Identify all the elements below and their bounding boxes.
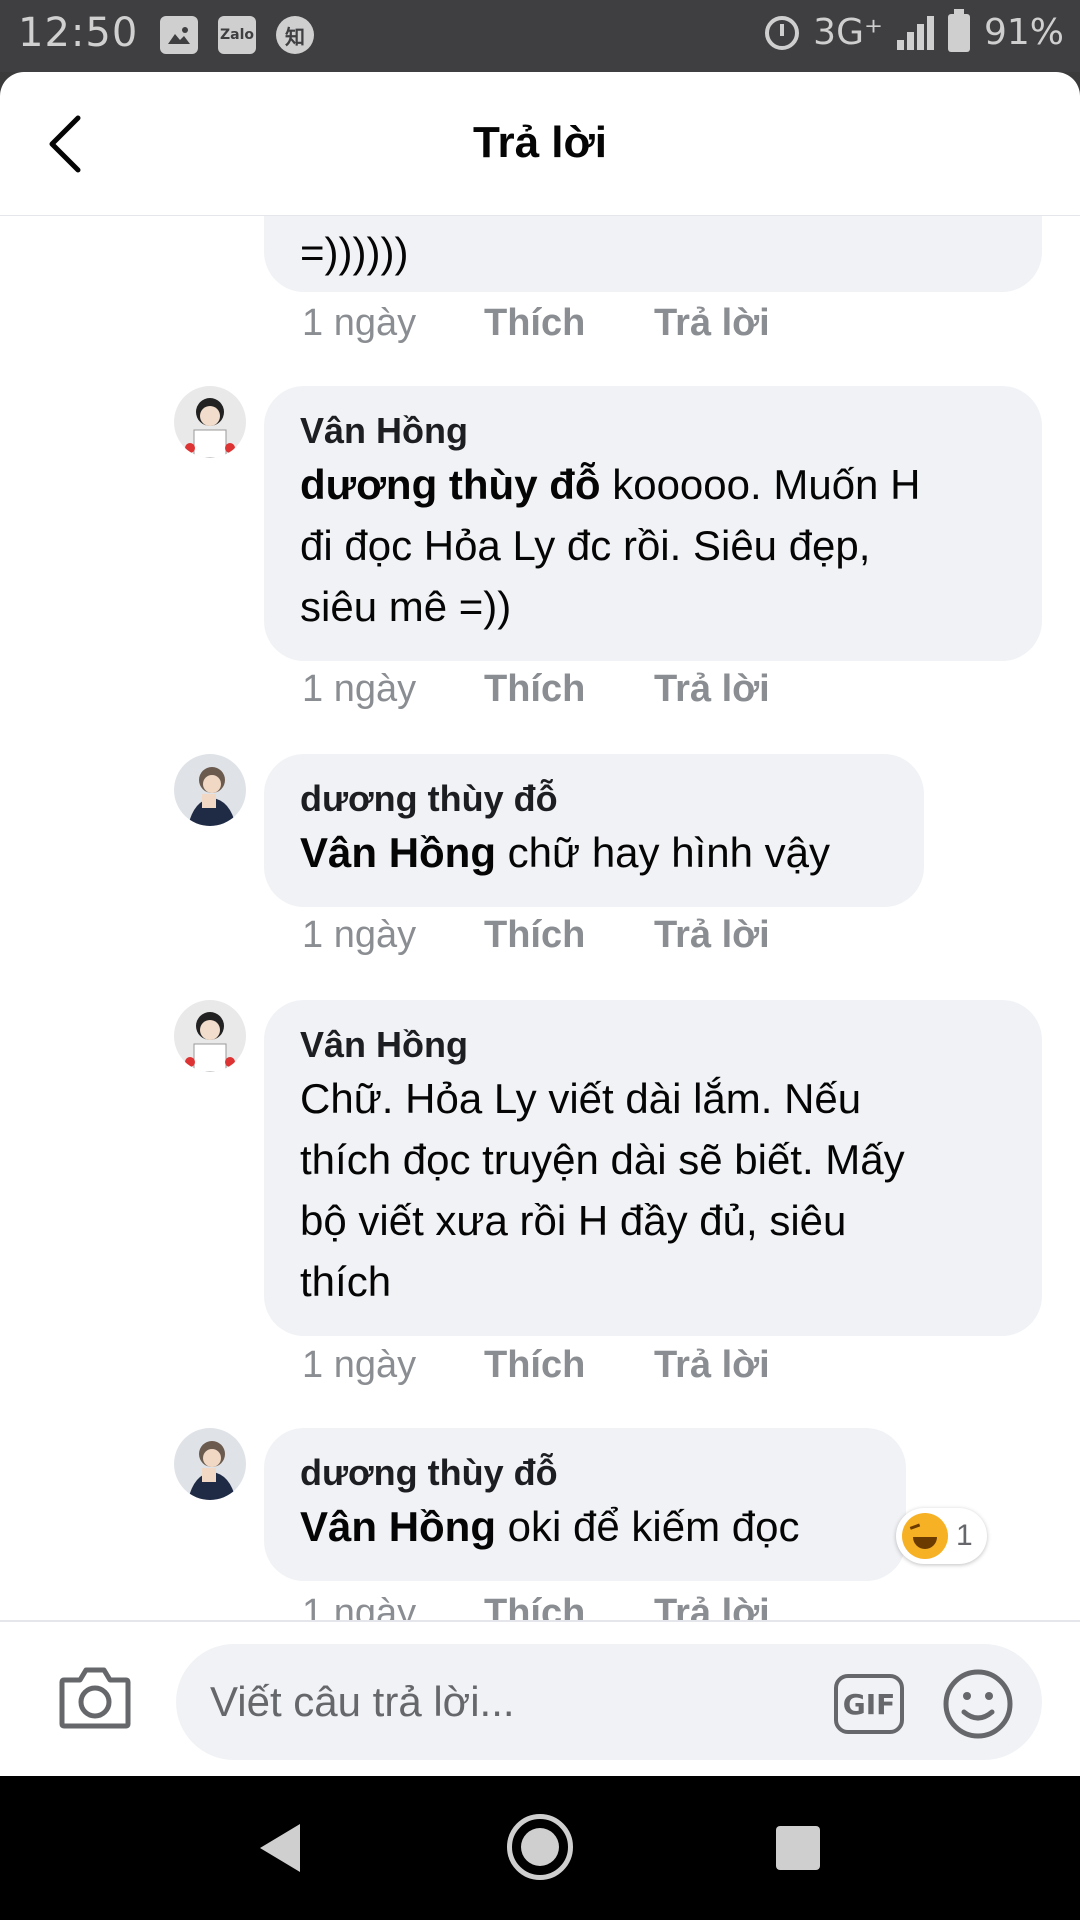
mention[interactable]: Vân Hồng: [300, 1503, 496, 1550]
reaction-count: 1: [956, 1519, 973, 1552]
comment-actions: 1 ngày Thích Trả lời: [302, 1592, 770, 1620]
text-line: kooooo. Muốn H: [600, 461, 921, 508]
comment-bubble: dương thùy đỗ Vân Hồng chữ hay hình vậy: [264, 754, 924, 907]
comment-actions: 1 ngày Thích Trả lời: [302, 914, 770, 957]
comment-text: dương thùy đỗ kooooo. Muốn H đi đọc Hỏa …: [300, 454, 1006, 637]
comment-author[interactable]: dương thùy đỗ: [300, 1450, 870, 1496]
reply-button[interactable]: Trả lời: [654, 668, 770, 711]
nav-back-icon[interactable]: [256, 1822, 304, 1874]
comment-time: 1 ngày: [302, 1344, 417, 1386]
text-line: oki để kiếm đọc: [496, 1503, 800, 1550]
comment-text: =)))))): [300, 229, 409, 276]
reply-button[interactable]: Trả lời: [654, 1344, 770, 1387]
like-button[interactable]: Thích: [484, 668, 654, 711]
status-bar: 12:50 Zalo 知 3G⁺ 91%: [0, 0, 1080, 72]
comment-bubble: dương thùy đỗ Vân Hồng oki để kiếm đọc: [264, 1428, 906, 1581]
comment-actions: 1 ngày Thích Trả lời: [302, 668, 770, 711]
system-icons: 3G⁺ 91%: [765, 8, 1064, 53]
reply-button[interactable]: Trả lời: [654, 1592, 770, 1620]
image-icon: [160, 16, 198, 54]
reply-composer: Viết câu trả lời... GIF: [0, 1620, 1080, 1776]
comment-text: Chữ. Hỏa Ly viết dài lắm. Nếu thích đọc …: [300, 1068, 1006, 1312]
mention[interactable]: dương thùy đỗ: [300, 461, 601, 508]
nav-home-icon[interactable]: [507, 1814, 573, 1880]
comment-bubble: Vân Hồng dương thùy đỗ kooooo. Muốn H đi…: [264, 386, 1042, 661]
comment-thread[interactable]: =)))))) 1 ngày Thích Trả lời Vân Hồng dư…: [0, 216, 1080, 1620]
mention[interactable]: Vân Hồng: [300, 829, 496, 876]
reply-placeholder: Viết câu trả lời...: [210, 1678, 515, 1725]
comment-author[interactable]: dương thùy đỗ: [300, 776, 888, 822]
signal-icon: [896, 15, 934, 50]
like-button[interactable]: Thích: [484, 302, 654, 345]
zalo-icon: Zalo: [218, 16, 256, 54]
text-line: đi đọc Hỏa Ly đc rồi. Siêu đẹp,: [300, 522, 871, 569]
zhihu-icon: 知: [276, 16, 314, 54]
comment-text: Vân Hồng oki để kiếm đọc: [300, 1496, 870, 1557]
camera-button[interactable]: [58, 1664, 132, 1730]
page-title: Trả lời: [473, 118, 607, 167]
comment-time: 1 ngày: [302, 668, 417, 710]
battery-icon: [947, 8, 970, 52]
comment-bubble: =)))))): [264, 216, 1042, 292]
reply-button[interactable]: Trả lời: [654, 914, 770, 957]
system-nav-bar: [0, 1776, 1080, 1920]
text-line: siêu mê =)): [300, 583, 512, 630]
network-type: 3G⁺: [813, 12, 883, 53]
avatar[interactable]: [174, 754, 246, 826]
like-button[interactable]: Thích: [484, 914, 654, 957]
reaction-badge[interactable]: 1: [896, 1508, 987, 1564]
text-line: thích: [300, 1258, 392, 1305]
comment-actions: 1 ngày Thích Trả lời: [302, 302, 770, 345]
gif-button[interactable]: GIF: [834, 1674, 904, 1734]
comment-bubble: Vân Hồng Chữ. Hỏa Ly viết dài lắm. Nếu t…: [264, 1000, 1042, 1336]
comment-time: 1 ngày: [302, 914, 417, 956]
like-button[interactable]: Thích: [484, 1344, 654, 1387]
reply-input[interactable]: Viết câu trả lời... GIF: [176, 1644, 1042, 1760]
reply-button[interactable]: Trả lời: [654, 302, 770, 345]
notification-icons: Zalo 知: [160, 16, 314, 54]
nav-recents-icon[interactable]: [776, 1826, 820, 1870]
text-line: Chữ. Hỏa Ly viết dài lắm. Nếu: [300, 1075, 862, 1122]
avatar[interactable]: [174, 1428, 246, 1500]
smiley-icon: [943, 1669, 1013, 1739]
avatar[interactable]: [174, 1000, 246, 1072]
alarm-icon: [765, 15, 800, 50]
like-button[interactable]: Thích: [484, 1592, 654, 1620]
comment-author[interactable]: Vân Hồng: [300, 408, 1006, 454]
avatar[interactable]: [174, 386, 246, 458]
comment-time: 1 ngày: [302, 302, 417, 344]
laughing-emoji-icon: [902, 1513, 948, 1559]
text-line: bộ viết xưa rồi H đầy đủ, siêu: [300, 1197, 847, 1244]
text-line: chữ hay hình vậy: [496, 829, 830, 876]
comment-actions: 1 ngày Thích Trả lời: [302, 1344, 770, 1387]
header: Trả lời: [0, 72, 1080, 216]
comment-time: 1 ngày: [302, 1592, 417, 1620]
battery-level: 91%: [983, 12, 1064, 53]
emoji-button[interactable]: [942, 1668, 1014, 1740]
text-line: thích đọc truyện dài sẽ biết. Mấy: [300, 1136, 905, 1183]
comment-text: Vân Hồng chữ hay hình vậy: [300, 822, 888, 883]
comment-author[interactable]: Vân Hồng: [300, 1022, 1006, 1068]
status-time: 12:50: [18, 10, 139, 56]
camera-icon: [59, 1667, 131, 1729]
